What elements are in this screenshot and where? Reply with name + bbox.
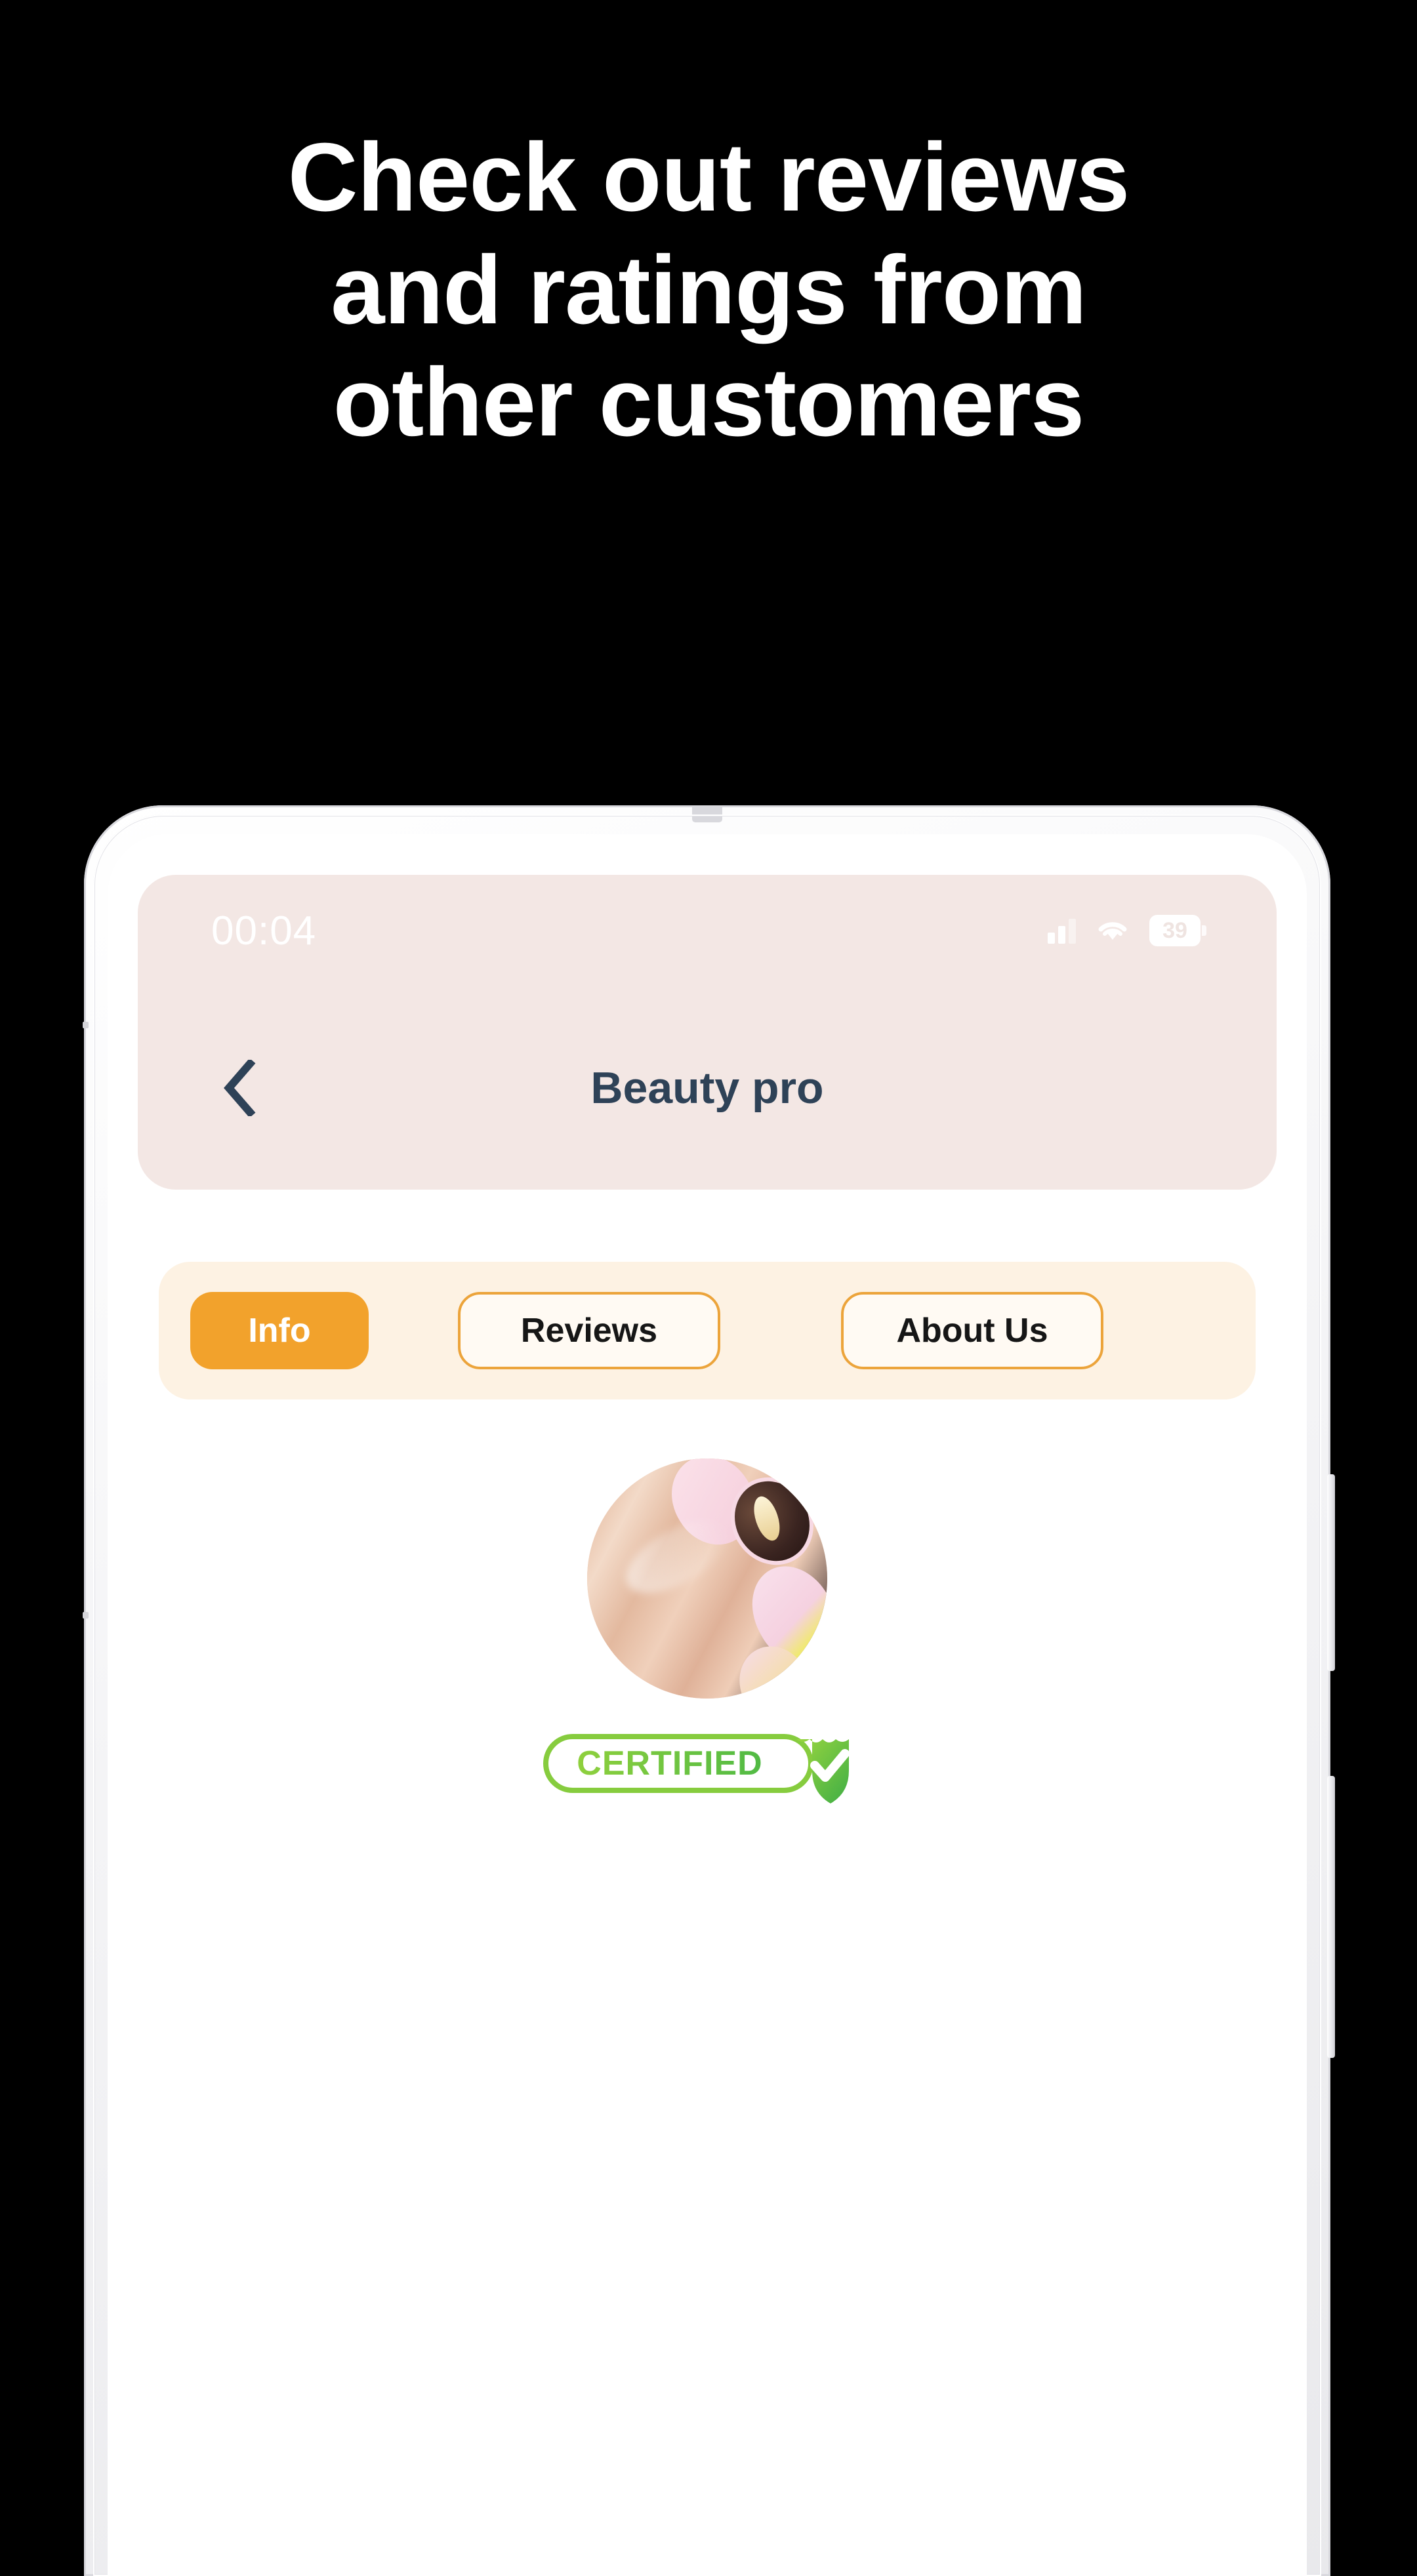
status-icons: 39 <box>1048 915 1206 946</box>
signal-bars-icon <box>1048 917 1076 944</box>
promo-line-2: and ratings from <box>331 235 1087 344</box>
tab-reviews[interactable]: Reviews <box>458 1292 720 1369</box>
avatar[interactable] <box>587 1459 827 1699</box>
back-button[interactable] <box>210 1058 269 1117</box>
promo-line-1: Check out reviews <box>287 123 1130 231</box>
wifi-icon <box>1096 917 1130 944</box>
top-panel: 00:04 39 Beauty pro <box>138 875 1277 1190</box>
chevron-left-icon <box>221 1060 258 1116</box>
status-clock: 00:04 <box>211 908 317 954</box>
certified-label: CERTIFIED <box>577 1744 779 1783</box>
left-side-nub-top <box>83 1022 89 1028</box>
tab-about-us[interactable]: About Us <box>841 1292 1103 1369</box>
status-bar: 00:04 39 <box>138 875 1277 986</box>
certified-pill: CERTIFIED <box>543 1734 813 1793</box>
tab-bar: Info Reviews About Us <box>159 1262 1256 1399</box>
page-title: Beauty pro <box>590 1063 824 1113</box>
shield-check-icon <box>787 1725 871 1809</box>
battery-icon: 39 <box>1149 915 1206 946</box>
phone-mockup: 00:04 39 Beauty pro Info Reviews About U… <box>83 805 1335 2576</box>
left-side-nub-bottom <box>83 1612 89 1619</box>
nav-header: Beauty pro <box>138 986 1277 1190</box>
promo-headline: Check out reviews and ratings from other… <box>0 121 1417 459</box>
promo-line-3: other customers <box>333 348 1085 457</box>
certified-badge: CERTIFIED <box>543 1725 871 1803</box>
battery-level: 39 <box>1162 917 1187 943</box>
power-button[interactable] <box>1327 1776 1335 2058</box>
tab-info[interactable]: Info <box>190 1292 369 1369</box>
volume-button[interactable] <box>1327 1474 1335 1671</box>
earpiece-speaker <box>692 805 722 822</box>
phone-screen: 00:04 39 Beauty pro Info Reviews About U… <box>108 834 1307 2576</box>
